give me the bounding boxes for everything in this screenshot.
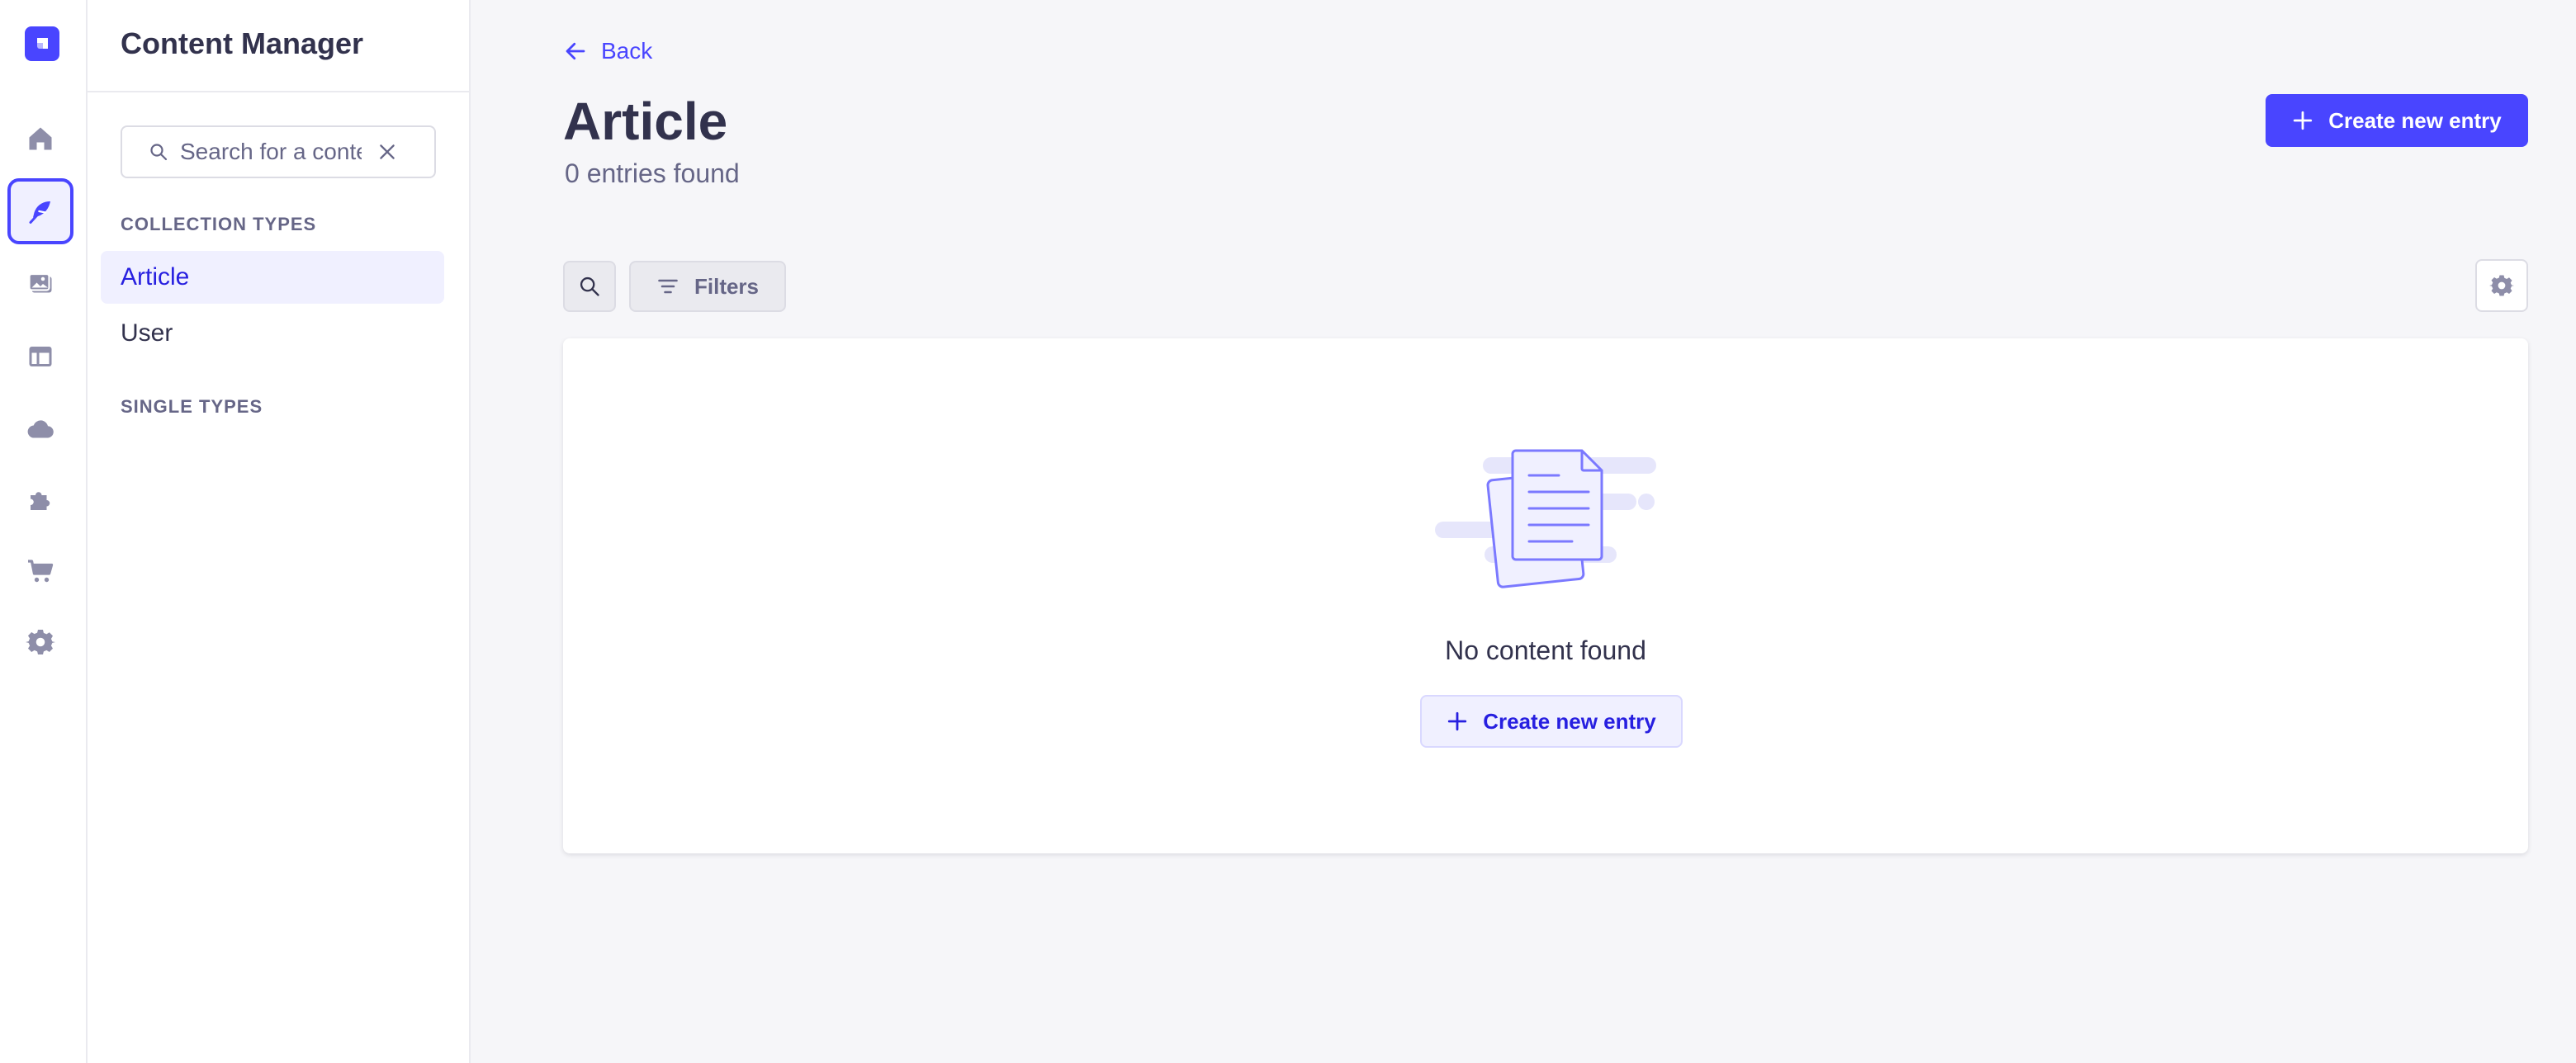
subnav-divider [88,91,469,92]
cloud-nav-button[interactable] [7,396,73,462]
layout-icon [29,347,52,366]
strapi-logo[interactable] [25,26,59,61]
images-icon [28,272,52,293]
empty-state-message: No content found [1445,635,1646,665]
arrow-left-icon [563,39,588,64]
content-manager-subnav: Content Manager COLLECTION TYPES Article… [88,0,471,1063]
search-icon [149,142,168,162]
create-new-entry-label: Create new entry [2328,107,2502,133]
home-nav-button[interactable] [7,106,73,172]
content-type-builder-nav-button[interactable] [7,324,73,390]
create-new-entry-button[interactable]: Create new entry [2266,94,2528,147]
plus-icon [2292,110,2313,131]
empty-documents-illustration [1435,449,1656,588]
filters-button[interactable]: Filters [629,261,786,312]
back-link[interactable]: Back [563,38,652,64]
nav-item-article[interactable]: Article [101,251,444,304]
content-type-search [121,125,436,178]
back-label: Back [601,38,653,64]
marketplace-nav-button[interactable] [7,538,73,604]
empty-create-new-entry-button[interactable]: Create new entry [1420,695,1683,748]
content-manager-nav-button[interactable] [7,178,73,244]
media-library-nav-button[interactable] [7,251,73,317]
content-type-search-input[interactable] [180,139,362,165]
collection-types-heading: COLLECTION TYPES [121,214,317,234]
list-settings-button[interactable] [2475,259,2528,312]
filter-icon [656,275,680,298]
nav-item-user[interactable]: User [101,307,444,360]
plus-icon [1447,711,1468,732]
plugins-nav-button[interactable] [7,467,73,533]
feather-icon [29,201,50,224]
empty-state-card: No content found Create new entry [563,338,2528,853]
settings-nav-button[interactable] [7,609,73,675]
gear-icon [26,630,55,654]
gear-icon [2489,275,2514,296]
cart-icon [28,560,54,583]
subnav-title: Content Manager [121,26,364,60]
single-types-heading: SINGLE TYPES [121,396,263,417]
search-icon [580,276,599,296]
logo-mark-icon [37,38,48,49]
main-nav-rail [0,0,88,1063]
home-icon [29,127,52,150]
page-title: Article [563,92,728,151]
empty-create-new-entry-label: Create new entry [1483,708,1656,734]
list-search-button[interactable] [563,261,616,312]
cloud-icon [27,420,54,438]
entries-count: 0 entries found [565,158,740,188]
filters-label: Filters [694,273,760,299]
puzzle-icon [31,492,50,510]
clear-search-icon[interactable] [376,141,398,163]
